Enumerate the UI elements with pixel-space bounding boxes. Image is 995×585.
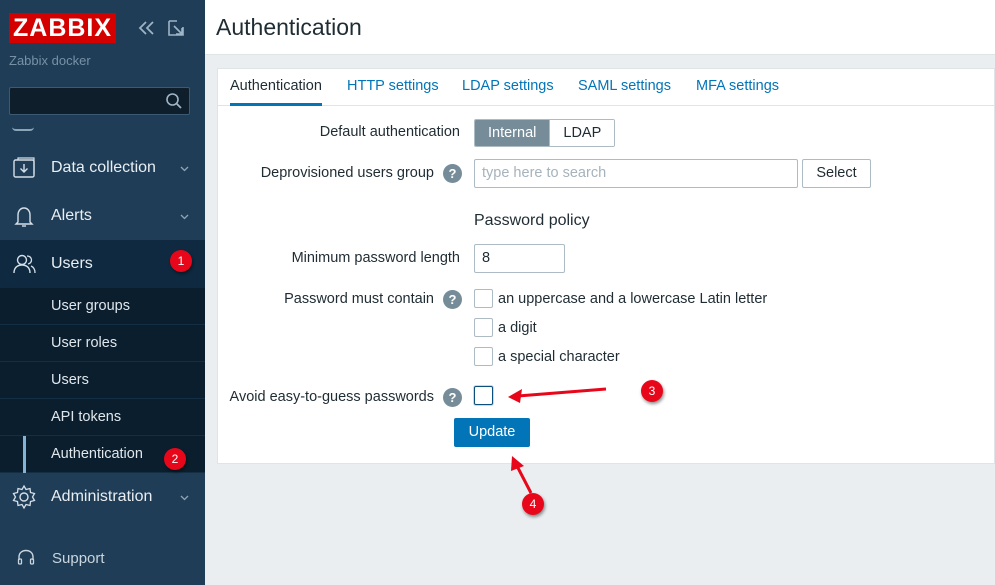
sidebar-item-label: Support xyxy=(52,549,105,567)
submenu-item-users[interactable]: Users xyxy=(0,362,205,399)
page-header: Authentication xyxy=(205,0,995,55)
sidebar-item-label: Users xyxy=(51,255,93,272)
password-policy-heading: Password policy xyxy=(474,212,590,229)
help-icon[interactable]: ? xyxy=(443,388,462,407)
help-icon[interactable]: ? xyxy=(443,164,462,183)
search-icon[interactable] xyxy=(165,92,183,110)
tab-mfa-settings[interactable]: MFA settings xyxy=(696,69,779,106)
special-character-label: a special character xyxy=(498,349,620,365)
active-item-indicator xyxy=(23,436,26,473)
headset-icon xyxy=(17,549,35,565)
update-button[interactable]: Update xyxy=(454,418,530,447)
internal-option[interactable]: Internal xyxy=(475,120,550,146)
tab-bar: Authentication HTTP settings LDAP settin… xyxy=(218,69,995,106)
avoid-easy-passwords-checkbox[interactable] xyxy=(474,386,493,405)
sidebar-item-data-collection[interactable]: Data collection xyxy=(0,144,205,192)
default-authentication-toggle: Internal LDAP xyxy=(474,119,616,147)
password-must-contain-label: Password must contain xyxy=(284,291,434,307)
avoid-easy-passwords-label: Avoid easy-to-guess passwords xyxy=(229,389,434,405)
tab-saml-settings[interactable]: SAML settings xyxy=(578,69,671,106)
ldap-option[interactable]: LDAP xyxy=(549,120,615,146)
sidebar-search-input[interactable] xyxy=(9,87,190,115)
submenu-item-user-groups[interactable]: User groups xyxy=(0,288,205,325)
uppercase-lowercase-label: an uppercase and a lowercase Latin lette… xyxy=(498,291,768,307)
authentication-form-panel: Authentication HTTP settings LDAP settin… xyxy=(217,68,995,464)
submenu-item-api-tokens[interactable]: API tokens xyxy=(0,399,205,436)
annotation-arrow-4 xyxy=(515,465,533,494)
annotation-marker-4: 4 xyxy=(522,493,544,515)
annotation-marker-3: 3 xyxy=(641,380,663,402)
default-authentication-label: Default authentication xyxy=(319,124,460,140)
sidebar-item-label: Alerts xyxy=(51,207,92,224)
chevron-down-icon xyxy=(180,214,189,220)
minimum-password-length-input[interactable]: 8 xyxy=(474,244,565,273)
gear-icon xyxy=(12,484,36,510)
zabbix-logo[interactable]: ZABBIX xyxy=(9,13,117,43)
tab-authentication[interactable]: Authentication xyxy=(230,69,322,106)
users-submenu: User groups User roles Users API tokens … xyxy=(0,288,205,473)
uppercase-lowercase-checkbox[interactable] xyxy=(474,289,493,308)
help-icon[interactable]: ? xyxy=(443,290,462,309)
chevron-down-icon xyxy=(180,495,189,501)
sidebar-item-administration[interactable]: Administration xyxy=(0,473,205,521)
select-button[interactable]: Select xyxy=(802,159,871,188)
sidebar-item-label: Data collection xyxy=(51,159,156,176)
submenu-item-user-roles[interactable]: User roles xyxy=(0,325,205,362)
sidebar-item-support[interactable]: Support xyxy=(0,540,205,576)
annotation-marker-1: 1 xyxy=(170,250,192,272)
minimum-password-length-label: Minimum password length xyxy=(291,250,460,266)
users-icon xyxy=(13,254,36,274)
collapse-sidebar-icon[interactable] xyxy=(136,17,158,39)
tab-http-settings[interactable]: HTTP settings xyxy=(347,69,439,106)
kiosk-mode-icon[interactable] xyxy=(165,17,187,39)
bell-icon xyxy=(14,207,34,227)
page-title: Authentication xyxy=(216,14,362,40)
digit-label: a digit xyxy=(498,320,537,336)
server-name: Zabbix docker xyxy=(9,53,91,68)
submenu-item-label: Authentication xyxy=(51,446,143,462)
digit-checkbox[interactable] xyxy=(474,318,493,337)
deprovisioned-users-group-label: Deprovisioned users group xyxy=(260,165,434,181)
menu-scroll-indicator xyxy=(12,121,34,131)
tab-ldap-settings[interactable]: LDAP settings xyxy=(462,69,554,106)
data-collection-icon xyxy=(13,157,35,178)
sidebar-item-alerts[interactable]: Alerts xyxy=(0,192,205,240)
sidebar-item-label: Administration xyxy=(51,488,153,505)
annotation-marker-2: 2 xyxy=(164,448,186,470)
sidebar: ZABBIX Zabbix docker Data collection Ale… xyxy=(0,0,205,585)
special-character-checkbox[interactable] xyxy=(474,347,493,366)
chevron-down-icon xyxy=(180,166,189,172)
deprovisioned-users-group-input[interactable]: type here to search xyxy=(474,159,798,188)
